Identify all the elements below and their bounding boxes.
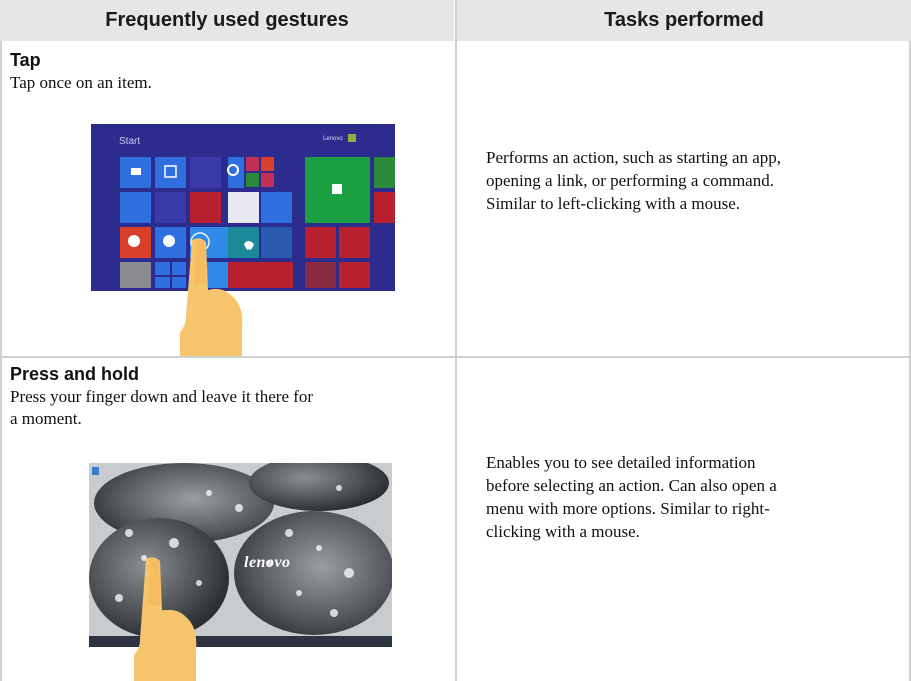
task-press-hold-line-3: menu with more options. Similar to right… [486, 499, 770, 518]
gesture-desc-press-hold: Press your finger down and leave it ther… [10, 386, 313, 430]
gesture-desc-press-hold-line-2: a moment. [10, 409, 82, 428]
task-tap-line-1: Performs an action, such as starting an … [486, 148, 782, 167]
header-tasks: Tasks performed [457, 0, 911, 41]
lenovo-logo: lenovo [244, 554, 291, 571]
gesture-desc-press-hold-line-1: Press your finger down and leave it ther… [10, 387, 314, 406]
task-press-hold: Enables you to see detailed information … [486, 451, 777, 543]
grid-middle-line [455, 0, 457, 681]
task-tap-line-3: Similar to left-clicking with a mouse. [486, 194, 741, 213]
header-gestures-label: Frequently used gestures [105, 9, 349, 31]
tap-finger-icon [180, 238, 243, 356]
header-gestures: Frequently used gestures [0, 0, 454, 41]
row-divider [0, 356, 911, 358]
gesture-table-page: Frequently used gestures Tasks performed… [0, 0, 911, 681]
gesture-name-press-hold: Press and hold [10, 364, 140, 384]
press-hold-finger-icon [134, 557, 197, 681]
gesture-name-tap: Tap [10, 50, 41, 70]
grid-left-line [0, 41, 2, 681]
gesture-desc-tap: Tap once on an item. [10, 73, 152, 92]
task-tap: Performs an action, such as starting an … [486, 146, 781, 215]
task-press-hold-line-1: Enables you to see detailed information [486, 453, 756, 472]
task-tap-line-2: opening a link, or performing a command. [486, 171, 774, 190]
task-press-hold-line-2: before selecting an action. Can also ope… [486, 476, 777, 495]
task-press-hold-line-4: clicking with a mouse. [486, 522, 640, 541]
header-tasks-label: Tasks performed [604, 9, 764, 31]
